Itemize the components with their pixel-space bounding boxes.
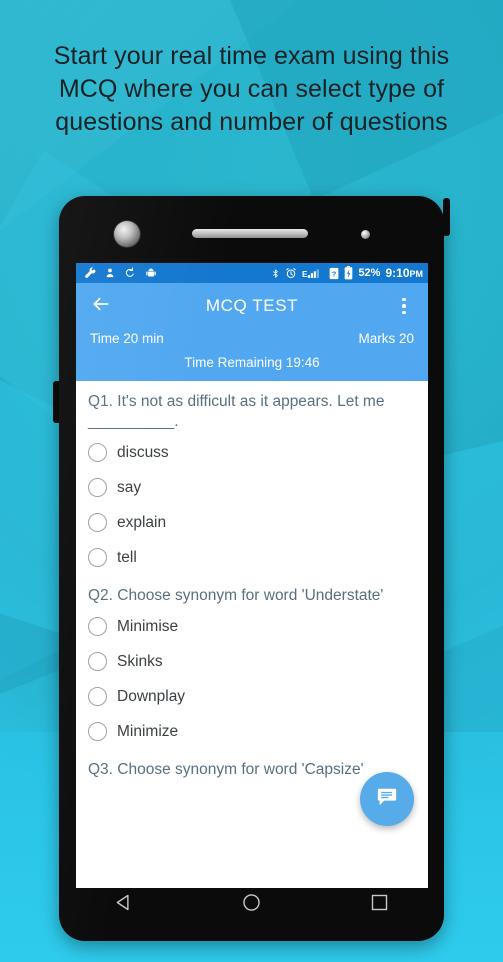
- more-vertical-icon[interactable]: [392, 293, 416, 319]
- app-bar-top-row: MCQ TEST: [76, 283, 428, 329]
- chat-bubble-icon: [376, 786, 398, 813]
- phone-power-button[interactable]: [53, 381, 61, 423]
- svg-text:E: E: [302, 269, 308, 278]
- exam-time-limit: Time 20 min: [90, 331, 164, 346]
- triangle-back-icon: [113, 892, 134, 918]
- exam-meta-row: Time 20 min Marks 20: [76, 329, 428, 346]
- sim-card-icon: ?: [329, 267, 339, 280]
- question-list[interactable]: Q1. It's not as difficult as it appears.…: [76, 381, 428, 838]
- option-row[interactable]: explain: [88, 505, 416, 540]
- radio-button-icon[interactable]: [88, 513, 107, 532]
- battery-percent-label: 52%: [358, 267, 381, 279]
- radio-button-icon[interactable]: [88, 548, 107, 567]
- option-label: explain: [117, 513, 167, 531]
- nav-recents-button[interactable]: [357, 888, 403, 922]
- option-label: tell: [117, 548, 137, 566]
- radio-button-icon[interactable]: [88, 617, 107, 636]
- app-bar: MCQ TEST Time 20 min Marks 20 Time Remai…: [76, 283, 428, 381]
- radio-button-icon[interactable]: [88, 652, 107, 671]
- option-row[interactable]: discuss: [88, 435, 416, 470]
- radio-button-icon[interactable]: [88, 443, 107, 462]
- nav-home-button[interactable]: [228, 888, 274, 922]
- android-status-bar: E ? 52% 9:10PM: [76, 263, 428, 283]
- option-row[interactable]: Skinks: [88, 644, 416, 679]
- menu-dot: [402, 310, 406, 315]
- option-label: Minimize: [117, 722, 179, 740]
- phone-screen: E ? 52% 9:10PM MCQ TEST Time 20 min Mark…: [76, 263, 428, 888]
- option-row[interactable]: Downplay: [88, 679, 416, 714]
- earpiece-speaker: [192, 229, 308, 238]
- menu-dot: [402, 304, 406, 308]
- headline-line-3: questions and number of questions: [55, 108, 448, 136]
- phone-mockup: E ? 52% 9:10PM MCQ TEST Time 20 min Mark…: [53, 196, 450, 941]
- question-text: Q3. Choose synonym for word 'Capsize': [88, 761, 364, 778]
- option-row[interactable]: say: [88, 470, 416, 505]
- question-text: Q2. Choose synonym for word 'Understate': [88, 587, 384, 604]
- option-label: say: [117, 478, 142, 496]
- phone-volume-button[interactable]: [443, 198, 450, 236]
- question-text: Q1. It's not as difficult as it appears.…: [88, 393, 385, 430]
- option-label: Minimise: [117, 617, 179, 635]
- radio-button-icon[interactable]: [88, 722, 107, 741]
- proximity-sensor-icon: [361, 230, 370, 239]
- circle-home-icon: [241, 892, 262, 918]
- square-recents-icon: [369, 892, 390, 918]
- option-label: Skinks: [117, 652, 163, 670]
- option-group: discuss say explain tell: [88, 435, 416, 575]
- promo-headline: Start your real time exam using this MCQ…: [0, 40, 503, 139]
- bluetooth-icon: [271, 267, 280, 280]
- alarm-icon: [285, 267, 297, 279]
- option-group: Minimise Skinks Downplay Minimize: [88, 609, 416, 749]
- signal-edge-icon: E: [302, 267, 324, 280]
- option-label: discuss: [117, 443, 169, 461]
- radio-button-icon[interactable]: [88, 478, 107, 497]
- time-remaining-label: Time Remaining 19:46: [184, 355, 320, 370]
- screen-rotation-icon: [124, 267, 136, 279]
- radio-button-icon[interactable]: [88, 687, 107, 706]
- option-row[interactable]: Minimise: [88, 609, 416, 644]
- clock-ampm: PM: [409, 269, 424, 279]
- option-label: Downplay: [117, 687, 186, 705]
- option-row[interactable]: Minimize: [88, 714, 416, 749]
- wrench-icon: [84, 267, 96, 279]
- status-bar-clock: 9:10PM: [385, 266, 423, 280]
- android-navigation-bar: [59, 879, 444, 931]
- option-row[interactable]: tell: [88, 540, 416, 575]
- svg-text:?: ?: [332, 269, 337, 278]
- clock-time: 9:10: [385, 266, 410, 280]
- arrow-left-icon: [90, 294, 112, 319]
- battery-charging-icon: [344, 266, 353, 280]
- menu-dot: [402, 297, 406, 302]
- nav-back-button[interactable]: [100, 888, 146, 922]
- back-button[interactable]: [88, 293, 114, 319]
- headline-line-2: MCQ where you can select type of: [58, 75, 445, 103]
- android-robot-icon: [145, 267, 157, 279]
- person-icon: [105, 267, 115, 279]
- headline-line-1: Start your real time exam using this: [53, 42, 450, 70]
- chat-fab-button[interactable]: [360, 772, 414, 826]
- page-title: MCQ TEST: [205, 296, 299, 315]
- front-camera-icon: [114, 221, 140, 247]
- exam-marks: Marks 20: [358, 331, 414, 346]
